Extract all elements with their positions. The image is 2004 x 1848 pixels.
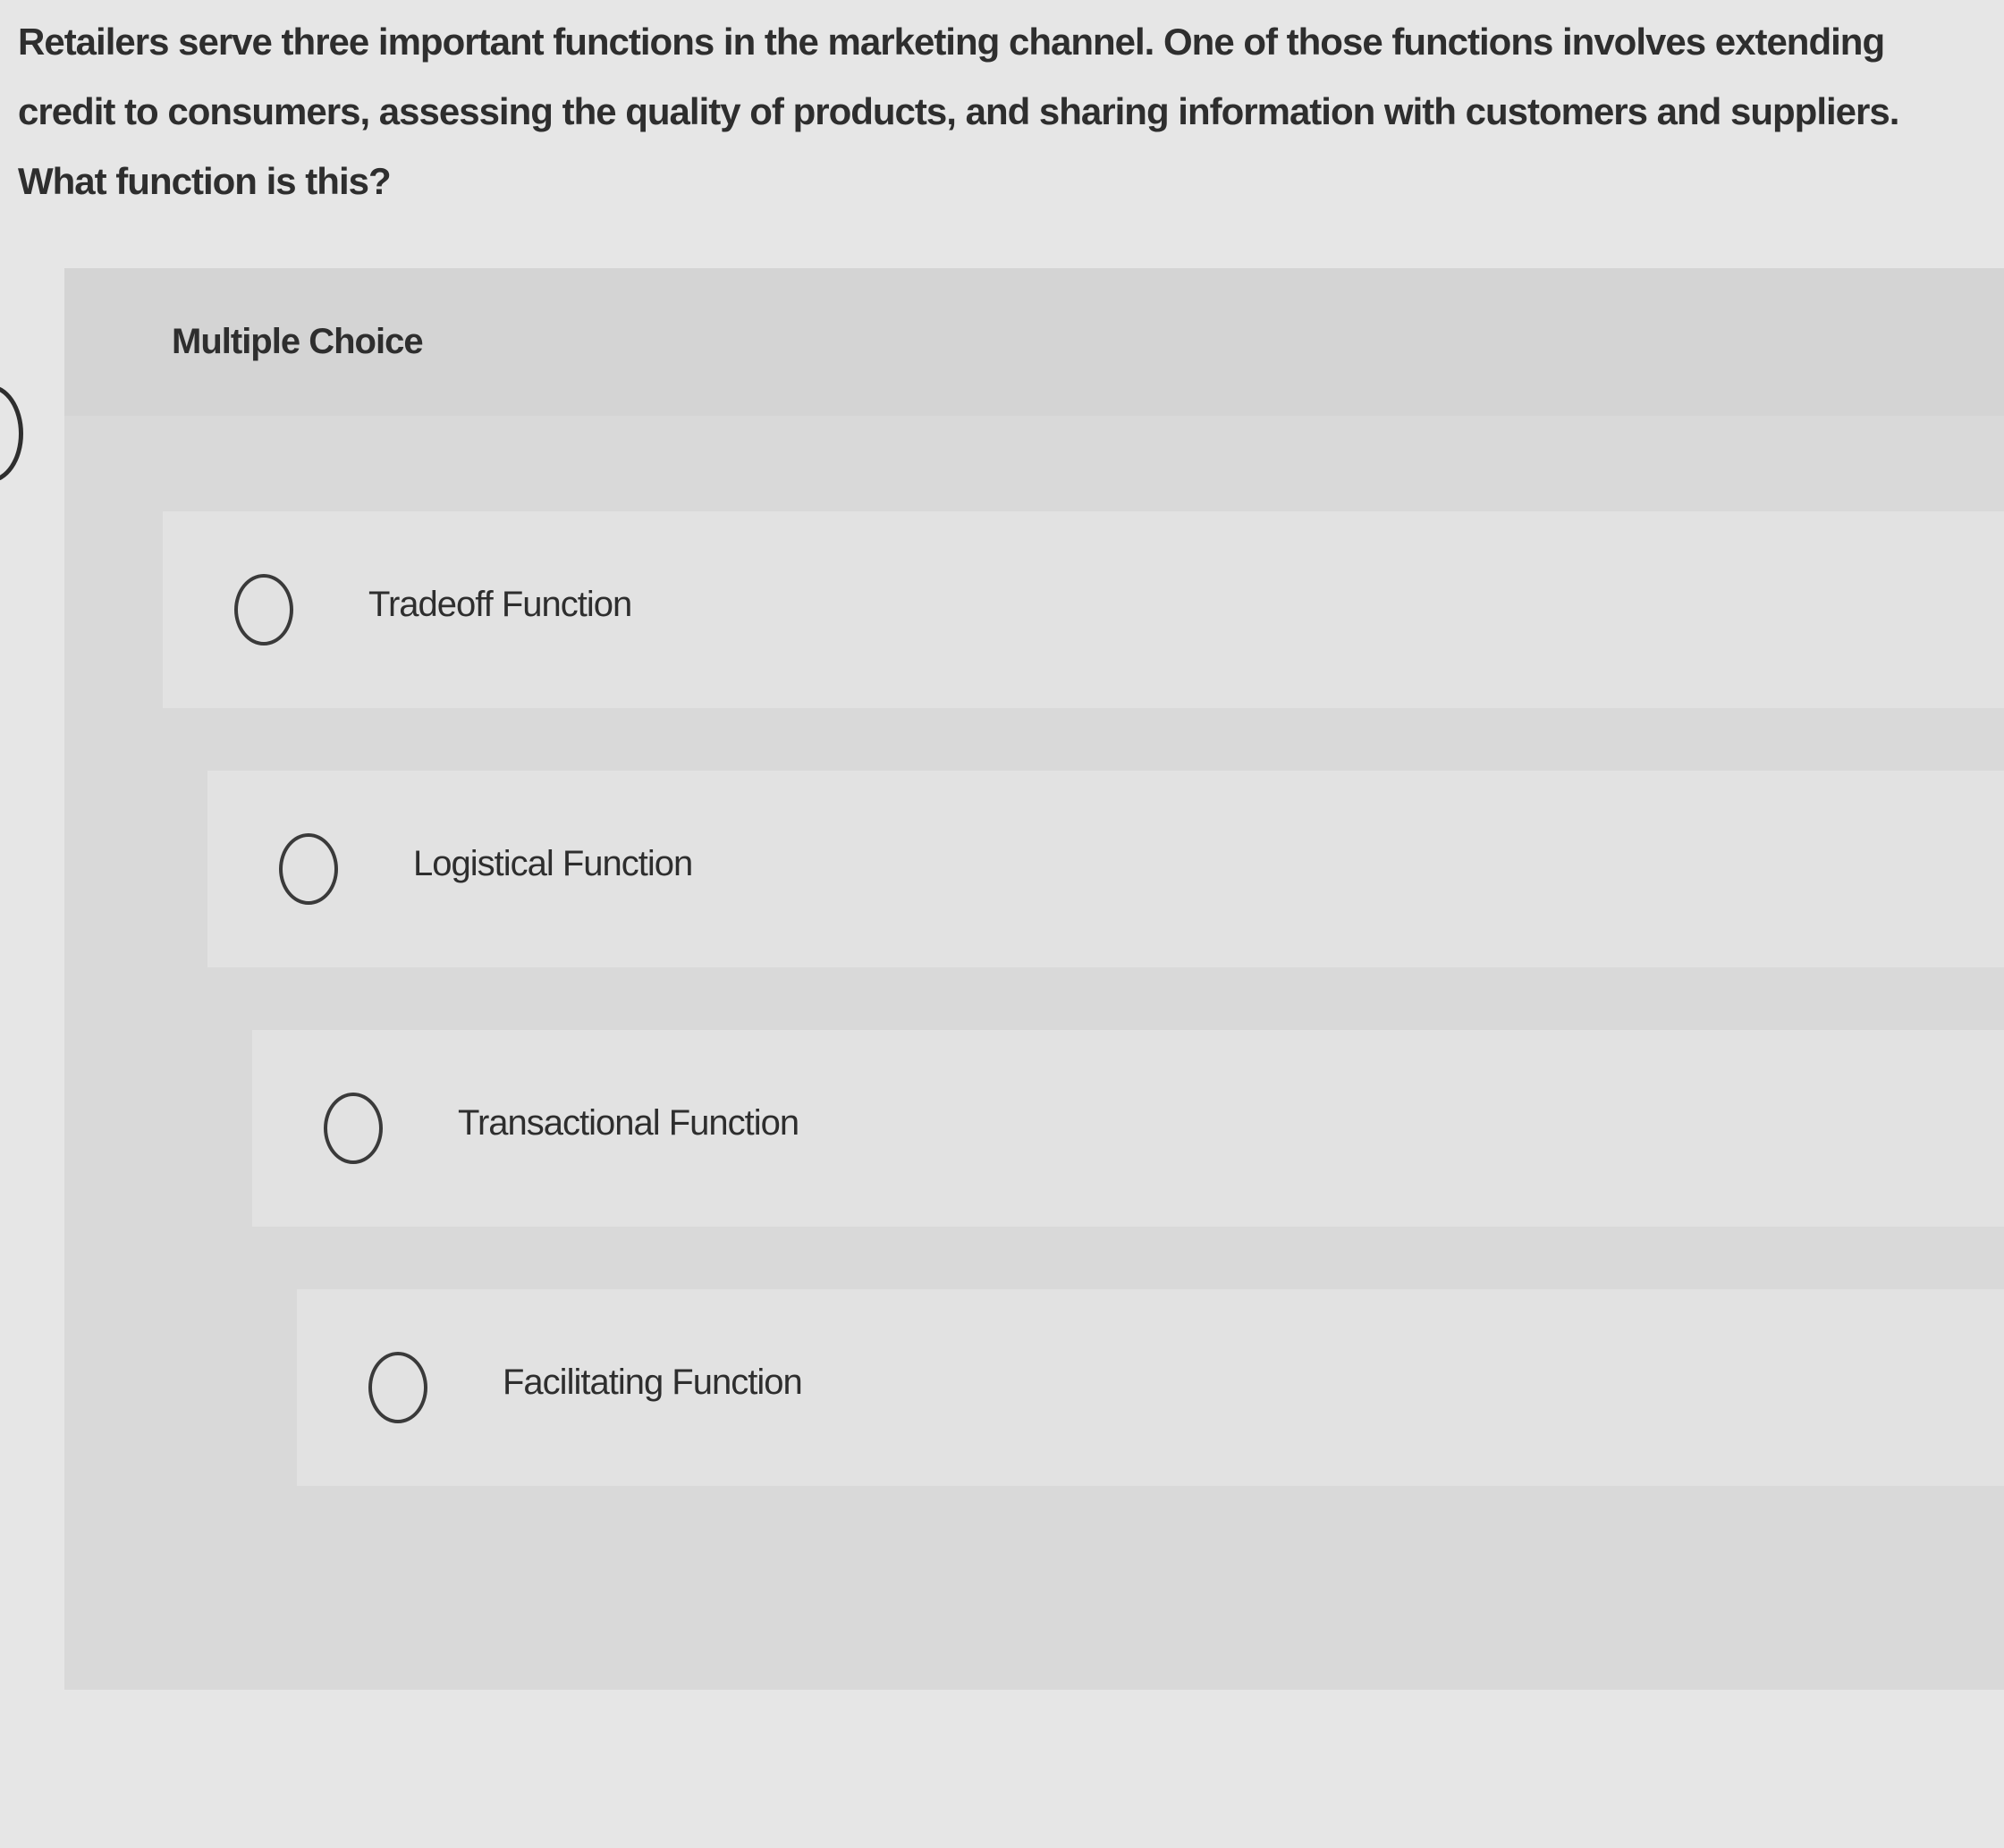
radio-unselected-icon[interactable] [234, 574, 293, 646]
radio-unselected-icon[interactable] [279, 833, 338, 905]
partial-circle-icon [0, 384, 23, 483]
answer-option-label: Facilitating Function [503, 1363, 803, 1402]
multiple-choice-panel: Multiple Choice Tradeoff Function Logist… [64, 268, 2004, 1690]
question-text: Retailers serve three important function… [18, 21, 1899, 202]
answer-option-facilitating[interactable]: Facilitating Function [297, 1289, 2004, 1486]
radio-unselected-icon[interactable] [324, 1093, 383, 1164]
radio-unselected-icon[interactable] [368, 1352, 427, 1423]
answer-option-label: Logistical Function [413, 844, 693, 883]
panel-header: Multiple Choice [64, 268, 2004, 416]
answer-option-transactional[interactable]: Transactional Function [252, 1030, 2004, 1227]
answer-option-logistical[interactable]: Logistical Function [207, 771, 2004, 967]
answer-option-label: Tradeoff Function [368, 585, 632, 624]
answer-option-tradeoff[interactable]: Tradeoff Function [163, 511, 2004, 708]
question-type-label: Multiple Choice [172, 322, 424, 361]
answer-option-label: Transactional Function [458, 1103, 799, 1143]
